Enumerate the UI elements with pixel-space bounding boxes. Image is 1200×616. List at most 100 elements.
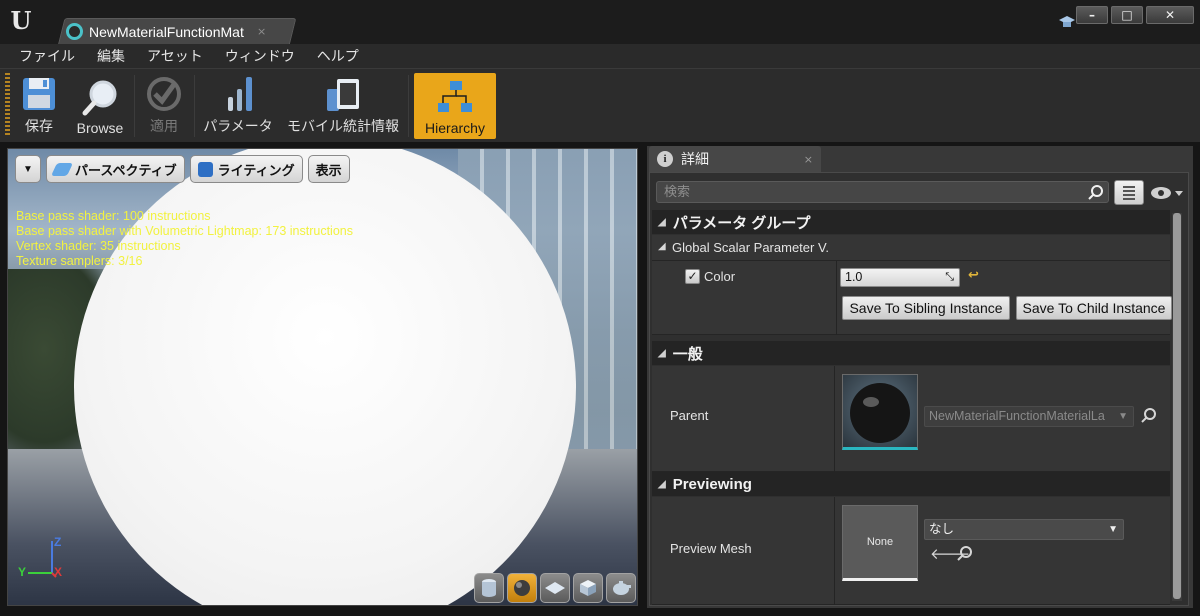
menu-help[interactable]: ヘルプ xyxy=(306,46,370,66)
toolbar-grip[interactable] xyxy=(5,73,10,137)
details-tab[interactable]: i 詳細 × xyxy=(649,146,821,172)
preview-mesh-combo[interactable]: なし ▼ xyxy=(924,519,1124,540)
info-icon: i xyxy=(657,151,673,167)
material-preview-viewport[interactable]: ▼ パースペクティブ ライティング 表示 Base pass shader: 1… xyxy=(7,148,638,606)
axis-y-label: Y xyxy=(18,565,27,579)
color-value-field[interactable]: 1.0 ⤡ xyxy=(840,268,960,287)
maximize-button[interactable]: □ xyxy=(1111,6,1143,24)
preview-mesh-value: なし xyxy=(929,522,955,536)
hierarchy-button[interactable]: Hierarchy xyxy=(414,73,496,139)
browse-asset-icon[interactable] xyxy=(956,545,974,563)
document-tab-title: NewMaterialFunctionMat xyxy=(89,23,244,40)
category-general[interactable]: ◢ 一般 xyxy=(652,341,1170,365)
property-matrix-button[interactable] xyxy=(1114,180,1144,205)
plane-preview-button[interactable] xyxy=(540,573,570,603)
parameters-button[interactable]: パラメータ xyxy=(202,73,274,139)
thumbnail-none-text: None xyxy=(866,536,894,548)
preview-shape-selector xyxy=(474,573,636,603)
mobile-stats-label: モバイル統計情報 xyxy=(287,118,399,134)
details-panel: i 詳細 × 検索 ◢ パラメータ グループ ◢ Global Scalar P… xyxy=(647,146,1193,608)
use-selected-arrow-icon[interactable]: 🡐 xyxy=(930,545,970,563)
mobile-devices-icon xyxy=(323,75,363,113)
view-options-button[interactable] xyxy=(1150,185,1184,201)
plane-icon xyxy=(545,582,565,594)
save-disk-icon xyxy=(19,75,59,113)
collapse-triangle-icon: ◢ xyxy=(658,216,666,228)
axis-x-label: X xyxy=(54,565,63,579)
unreal-logo-icon: U xyxy=(10,6,32,35)
perspective-button[interactable]: パースペクティブ xyxy=(46,155,185,183)
shader-stats: Base pass shader: 100 instructions Base … xyxy=(16,209,353,269)
save-button[interactable]: 保存 xyxy=(14,73,64,139)
category-parameter-group[interactable]: ◢ パラメータ グループ xyxy=(652,210,1170,234)
show-button[interactable]: 表示 xyxy=(307,155,350,183)
stats-line: Base pass shader with Volumetric Lightma… xyxy=(16,224,353,238)
save-to-child-button[interactable]: Save To Child Instance xyxy=(1016,296,1172,320)
save-label: 保存 xyxy=(25,118,53,134)
parameters-bars-icon xyxy=(218,75,258,113)
tab-close-icon[interactable]: × xyxy=(804,153,813,166)
apply-button[interactable]: 適用 xyxy=(140,73,188,139)
save-to-sibling-button[interactable]: Save To Sibling Instance xyxy=(842,296,1010,320)
browse-button[interactable]: Browse xyxy=(70,73,130,139)
search-icon xyxy=(1088,185,1103,200)
tab-close-icon[interactable]: × xyxy=(257,25,266,38)
preview-mesh-thumbnail[interactable]: None xyxy=(842,505,918,581)
viewport-toolbar: ▼ パースペクティブ ライティング 表示 xyxy=(15,155,350,183)
browse-asset-icon[interactable] xyxy=(1140,407,1158,425)
parent-material-value: NewMaterialFunctionMaterialLa xyxy=(929,409,1105,423)
document-tab[interactable]: NewMaterialFunctionMat × xyxy=(66,19,286,44)
search-placeholder: 検索 xyxy=(664,184,691,199)
color-label: Color xyxy=(704,269,736,284)
details-scrollbar[interactable] xyxy=(1172,213,1182,601)
details-search-input[interactable]: 検索 xyxy=(656,181,1109,203)
color-override-checkbox[interactable]: ✓ xyxy=(685,269,700,284)
parent-label: Parent xyxy=(670,408,709,423)
color-value: 1.0 xyxy=(845,270,863,284)
chevron-down-icon: ▼ xyxy=(1108,524,1118,535)
chevron-down-icon: ▼ xyxy=(1118,411,1128,422)
title-bar: U NewMaterialFunctionMat × – □ ✕ xyxy=(0,0,1200,44)
menu-window[interactable]: ウィンドウ xyxy=(214,46,306,66)
apply-label: 適用 xyxy=(150,118,178,134)
perspective-label: パースペクティブ xyxy=(75,162,177,178)
cube-preview-button[interactable] xyxy=(573,573,603,603)
material-instance-icon xyxy=(66,23,83,40)
cylinder-preview-button[interactable] xyxy=(474,573,504,603)
category-previewing[interactable]: ◢ Previewing xyxy=(652,472,1170,496)
color-property-row: ✓ Color 1.0 ⤡ ↩ Save To Sibling Instance… xyxy=(652,261,1172,335)
custom-mesh-preview-button[interactable] xyxy=(606,573,636,603)
menu-file[interactable]: ファイル xyxy=(8,46,86,66)
graduation-cap-icon[interactable] xyxy=(1058,14,1076,30)
scrollbar-thumb[interactable] xyxy=(1173,213,1181,599)
reset-to-default-icon[interactable]: ↩ xyxy=(968,268,979,283)
category-title: 一般 xyxy=(672,345,703,363)
parent-material-thumbnail[interactable] xyxy=(842,374,918,450)
grid-icon xyxy=(1123,186,1135,200)
eye-icon xyxy=(1151,187,1183,199)
menu-asset[interactable]: アセット xyxy=(136,46,214,66)
parent-material-combo[interactable]: NewMaterialFunctionMaterialLa ▼ xyxy=(924,406,1134,427)
stats-line: Texture samplers: 3/16 xyxy=(16,254,143,268)
menu-edit[interactable]: 編集 xyxy=(86,46,136,66)
minimize-button[interactable]: – xyxy=(1076,6,1108,24)
viewport-options-button[interactable]: ▼ xyxy=(15,155,41,183)
resize-arrow-icon: ⤡ xyxy=(945,271,954,283)
hierarchy-label: Hierarchy xyxy=(425,120,485,136)
lit-cube-icon xyxy=(197,161,213,177)
subgroup-label: Global Scalar Parameter V. xyxy=(672,240,830,255)
magnifier-icon xyxy=(80,79,120,117)
cube-icon xyxy=(580,580,596,596)
close-window-button[interactable]: ✕ xyxy=(1146,6,1194,24)
subgroup-row[interactable]: ◢ Global Scalar Parameter V. xyxy=(652,235,1170,261)
category-title: パラメータ グループ xyxy=(672,214,811,232)
preview-mesh-row: Preview Mesh None なし ▼ 🡐 xyxy=(652,497,1170,605)
mobile-stats-button[interactable]: モバイル統計情報 xyxy=(282,73,404,139)
sphere-preview-button[interactable] xyxy=(507,573,537,603)
details-tab-label: 詳細 xyxy=(681,151,709,167)
parent-property-row: Parent NewMaterialFunctionMaterialLa ▼ xyxy=(652,366,1170,472)
lighting-button[interactable]: ライティング xyxy=(189,155,303,183)
category-title: Previewing xyxy=(672,475,752,493)
chevron-down-icon: ▼ xyxy=(23,163,33,175)
hierarchy-tree-icon xyxy=(435,79,475,117)
